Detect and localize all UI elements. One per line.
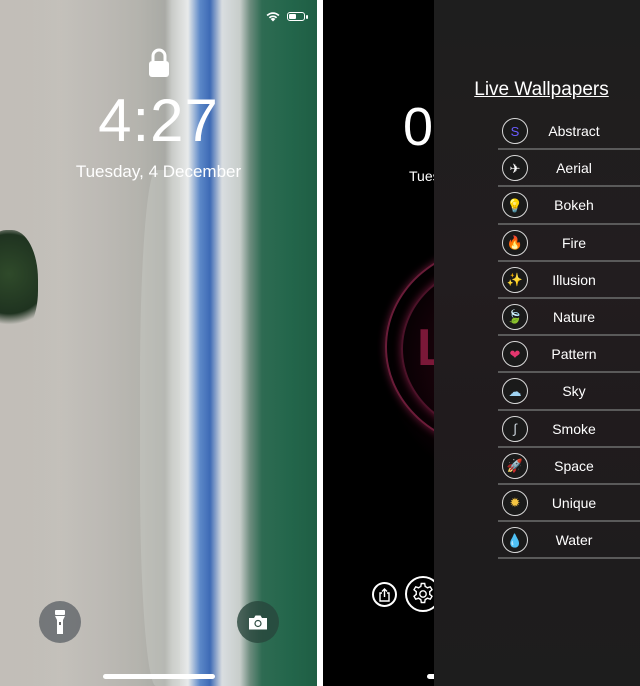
category-item-nature[interactable]: 🍃 Nature (498, 299, 640, 337)
cloud-icon: ☁ (502, 378, 528, 405)
wifi-icon (266, 12, 280, 22)
home-indicator[interactable] (103, 674, 215, 679)
water-drops-icon: 💧 (502, 527, 528, 554)
category-label: Water (555, 532, 593, 549)
battery-fill (289, 13, 296, 19)
lock-date: Tuesday, 4 December (75, 162, 242, 181)
category-label: Illusion (552, 271, 596, 288)
lock-time: 4:27 (98, 87, 219, 154)
category-label: Bokeh (554, 197, 594, 214)
category-item-illusion[interactable]: ✨ Illusion (498, 262, 640, 299)
fire-icon: 🔥 (502, 229, 528, 256)
category-item-smoke[interactable]: ∫ Smoke (498, 411, 640, 448)
pattern-icon: ❤ (502, 341, 528, 368)
share-button[interactable] (372, 582, 397, 607)
camera-button[interactable] (237, 601, 279, 643)
category-item-bokeh[interactable]: 💡 Bokeh (498, 187, 640, 225)
battery-icon (287, 11, 308, 21)
category-item-water[interactable]: 💧 Water (498, 522, 640, 560)
category-label: Nature (552, 308, 596, 325)
category-item-fire[interactable]: 🔥 Fire (498, 225, 640, 262)
category-label: Pattern (551, 346, 597, 363)
category-label: Aerial (556, 160, 592, 177)
category-label: Space (554, 457, 594, 474)
category-item-unique[interactable]: ✹ Unique (498, 485, 640, 523)
category-item-abstract[interactable]: S Abstract (498, 113, 640, 151)
airplane-icon: ✈ (502, 155, 528, 182)
category-list: S Abstract ✈ Aerial 💡 Bokeh 🔥 Fire ✨ Illusion 🍃 Nat… (498, 113, 640, 560)
share-icon (379, 587, 390, 602)
live-wallpaper-app-panel: L 0 Tues Live Wallpapers S Abstract ✈ Aeria… (323, 0, 640, 686)
lock-screen-panel: 4:27 Tuesday, 4 December (0, 0, 317, 686)
camera-icon (249, 615, 267, 629)
rocket-icon: 🚀 (502, 452, 528, 479)
category-item-sky[interactable]: ☁ Sky (498, 373, 640, 411)
category-item-space[interactable]: 🚀 Space (498, 448, 640, 485)
category-item-aerial[interactable]: ✈ Aerial (498, 150, 640, 188)
sun-icon: ✹ (502, 489, 528, 516)
abstract-icon: S (502, 118, 528, 144)
gear-icon (413, 582, 433, 604)
flashlight-icon (55, 610, 65, 634)
category-item-pattern[interactable]: ❤ Pattern (498, 336, 640, 374)
wallpaper-wet-sand (140, 170, 180, 686)
live-wallpapers-menu: Live Wallpapers S Abstract ✈ Aerial 💡 Bokeh 🔥 F… (434, 0, 640, 686)
sparkles-icon: ✨ (502, 266, 528, 293)
bokeh-lights-icon: 💡 (502, 192, 528, 219)
category-label: Unique (551, 494, 597, 511)
status-bar (265, 10, 308, 22)
category-label: Fire (561, 234, 587, 251)
menu-title[interactable]: Live Wallpapers (434, 79, 640, 101)
preview-time: 0 (403, 97, 434, 157)
leaf-icon: 🍃 (502, 303, 528, 330)
smoke-icon: ∫ (502, 415, 528, 442)
category-label: Sky (562, 383, 586, 400)
category-label: Smoke (552, 420, 596, 437)
lock-icon (149, 48, 169, 77)
category-label: Abstract (548, 123, 600, 139)
flashlight-button[interactable] (39, 601, 81, 643)
